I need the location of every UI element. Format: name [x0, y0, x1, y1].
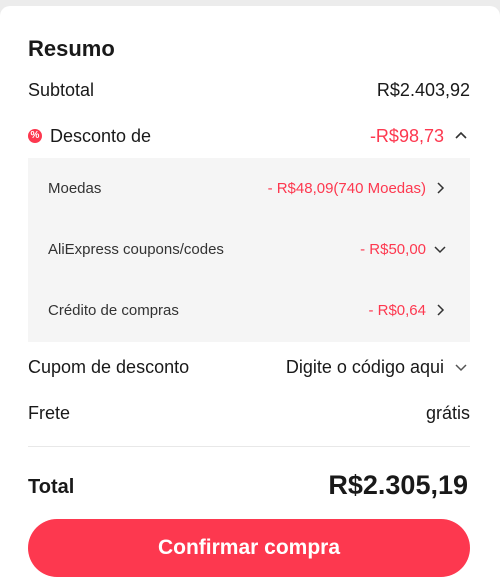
confirm-purchase-button[interactable]: Confirmar compra: [28, 519, 470, 577]
divider: [28, 446, 470, 447]
discount-label: Desconto de: [50, 125, 152, 146]
discount-item-value: - R$50,00: [360, 240, 426, 258]
chevron-down-icon[interactable]: [452, 358, 470, 376]
shipping-row: Frete grátis: [28, 399, 470, 427]
total-label: Total: [28, 476, 75, 498]
total-value: R$2.305,19: [328, 470, 468, 500]
chevron-right-icon[interactable]: [432, 180, 448, 196]
discount-value: -R$98,73: [369, 125, 444, 146]
chevron-down-icon[interactable]: [432, 241, 448, 257]
summary-title: Resumo: [28, 36, 115, 61]
shipping-value: grátis: [425, 402, 470, 423]
coupon-input[interactable]: Digite o código aqui: [286, 357, 444, 378]
discount-item-store-credit[interactable]: Crédito de compras - R$0,64: [48, 298, 448, 322]
discount-row[interactable]: Desconto de -R$98,73: [28, 122, 470, 150]
coupon-label: Cupom de desconto: [28, 356, 190, 377]
subtotal-value: R$2.403,92: [376, 79, 470, 100]
discount-item-coupons[interactable]: AliExpress coupons/codes - R$50,00: [48, 237, 448, 261]
chevron-up-icon[interactable]: [452, 127, 470, 145]
discount-icon: [28, 129, 42, 143]
subtotal-label: Subtotal: [28, 79, 95, 100]
discount-item-value: - R$48,09(740 Moedas): [267, 179, 426, 197]
subtotal-row: Subtotal R$2.403,92: [28, 76, 470, 104]
chevron-right-icon[interactable]: [432, 302, 448, 318]
discount-item-label: Crédito de compras: [48, 301, 179, 319]
discount-breakdown-panel: Moedas - R$48,09(740 Moedas) AliExpress …: [28, 158, 470, 342]
discount-item-label: AliExpress coupons/codes: [48, 240, 224, 258]
discount-item-label: Moedas: [48, 179, 102, 197]
shipping-label: Frete: [28, 402, 71, 423]
discount-item-coins[interactable]: Moedas - R$48,09(740 Moedas): [48, 176, 448, 200]
coupon-row[interactable]: Cupom de desconto Digite o código aqui: [28, 353, 470, 381]
discount-item-value: - R$0,64: [368, 301, 426, 319]
order-summary-card: Resumo Subtotal R$2.403,92 Desconto de -…: [0, 6, 500, 584]
